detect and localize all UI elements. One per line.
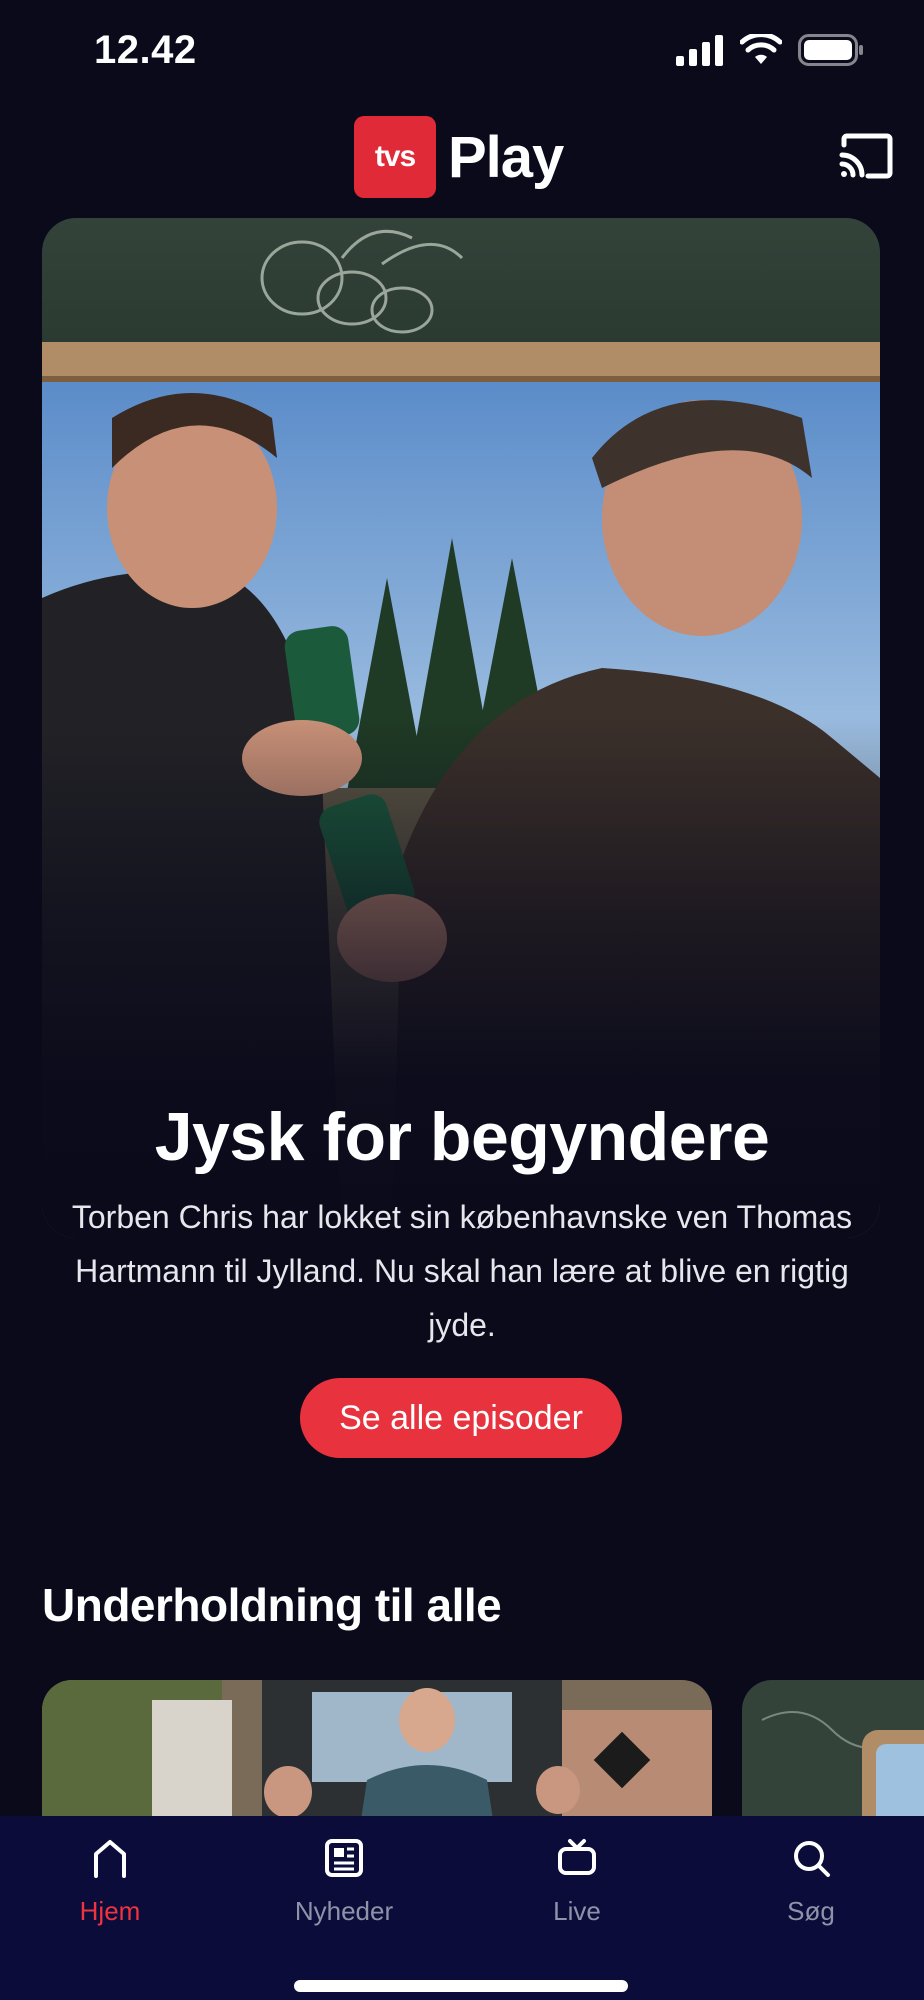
status-time: 12.42 <box>94 28 197 72</box>
see-all-episodes-button[interactable]: Se alle episoder <box>300 1378 622 1458</box>
home-indicator[interactable] <box>294 1980 628 1992</box>
show-thumbnail <box>742 1680 924 1820</box>
hero-description: Torben Chris har lokket sin københavnske… <box>71 1199 853 1343</box>
screen: 12.42 tvs Play Jysk for begyndere Torben… <box>0 0 924 2000</box>
status-bar: 12.42 <box>0 0 924 100</box>
tvs-play-logo[interactable]: tvs Play <box>354 116 564 198</box>
home-icon <box>88 1836 132 1880</box>
logo-badge: tvs <box>354 116 436 198</box>
battery-icon <box>798 34 864 71</box>
tab-home[interactable]: Hjem <box>20 1836 200 1946</box>
search-icon <box>789 1836 833 1880</box>
tab-search-label: Søg <box>787 1896 835 1926</box>
show-card[interactable] <box>42 1680 712 1820</box>
show-thumbnail <box>42 1680 712 1820</box>
tab-search[interactable]: Søg <box>721 1836 901 1946</box>
section-title: Underholdning til alle <box>42 1579 502 1631</box>
tab-home-label: Hjem <box>79 1896 141 1926</box>
tv-icon <box>555 1836 599 1880</box>
status-icons <box>676 32 864 71</box>
signal-icon <box>676 34 724 71</box>
show-carousel[interactable] <box>0 1680 924 1820</box>
show-card[interactable] <box>742 1680 924 1820</box>
wifi-icon <box>739 32 783 71</box>
tab-live[interactable]: Live <box>487 1836 667 1946</box>
cast-button[interactable] <box>836 132 896 184</box>
app-header: tvs Play <box>0 110 924 210</box>
tab-bar: Hjem Nyheder Live Søg <box>0 1816 924 2000</box>
tab-live-label: Live <box>553 1896 601 1926</box>
news-icon <box>322 1836 366 1880</box>
logo-wordmark: Play <box>448 124 564 190</box>
hero-title: Jysk for begyndere <box>154 1099 770 1175</box>
tab-news-label: Nyheder <box>294 1896 394 1926</box>
cast-icon <box>838 133 894 184</box>
tab-news[interactable]: Nyheder <box>254 1836 434 1946</box>
hero-banner[interactable] <box>42 218 880 1238</box>
